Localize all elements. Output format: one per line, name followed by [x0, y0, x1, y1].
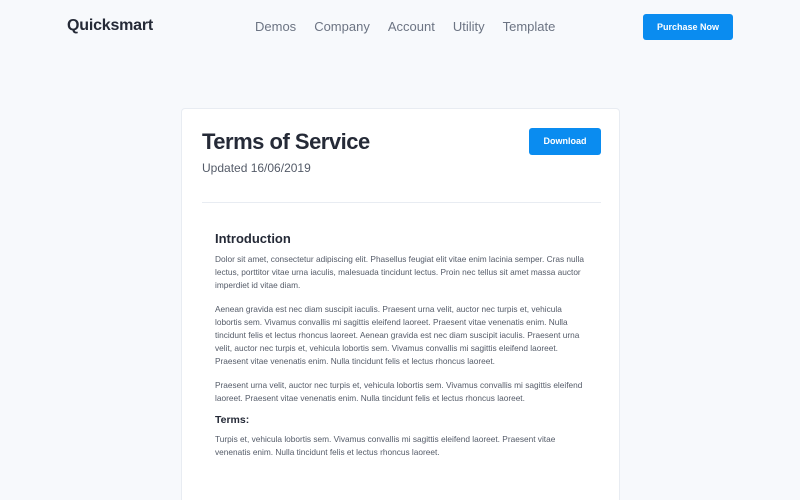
nav-links: Demos Company Account Utility Template	[255, 19, 573, 34]
terms-heading: Terms:	[215, 414, 250, 426]
terms-content: Introduction Dolor sit amet, consectetur…	[215, 231, 589, 470]
nav-link-company[interactable]: Company	[314, 19, 370, 34]
divider	[202, 202, 601, 203]
intro-paragraph: Dolor sit amet, consectetur adipiscing e…	[215, 254, 584, 290]
top-navbar: Quicksmart Demos Company Account Utility…	[0, 0, 800, 54]
nav-link-utility[interactable]: Utility	[453, 19, 485, 34]
terms-paragraph: Turpis et, vehicula lobortis sem. Vivamu…	[215, 434, 556, 457]
terms-card: Terms of Service Updated 16/06/2019 Down…	[181, 108, 620, 500]
page-title: Terms of Service	[202, 129, 370, 154]
updated-date: Updated 16/06/2019	[202, 161, 311, 175]
intro-paragraph: Praesent urna velit, auctor nec turpis e…	[215, 380, 583, 403]
purchase-now-button[interactable]: Purchase Now	[643, 14, 733, 40]
nav-link-demos[interactable]: Demos	[255, 19, 296, 34]
nav-link-template[interactable]: Template	[503, 19, 556, 34]
nav-link-account[interactable]: Account	[388, 19, 435, 34]
intro-paragraph: Aenean gravida est nec diam suscipit iac…	[215, 304, 580, 366]
introduction-heading: Introduction	[215, 231, 291, 246]
download-button[interactable]: Download	[529, 128, 601, 155]
brand-logo[interactable]: Quicksmart	[67, 17, 153, 35]
